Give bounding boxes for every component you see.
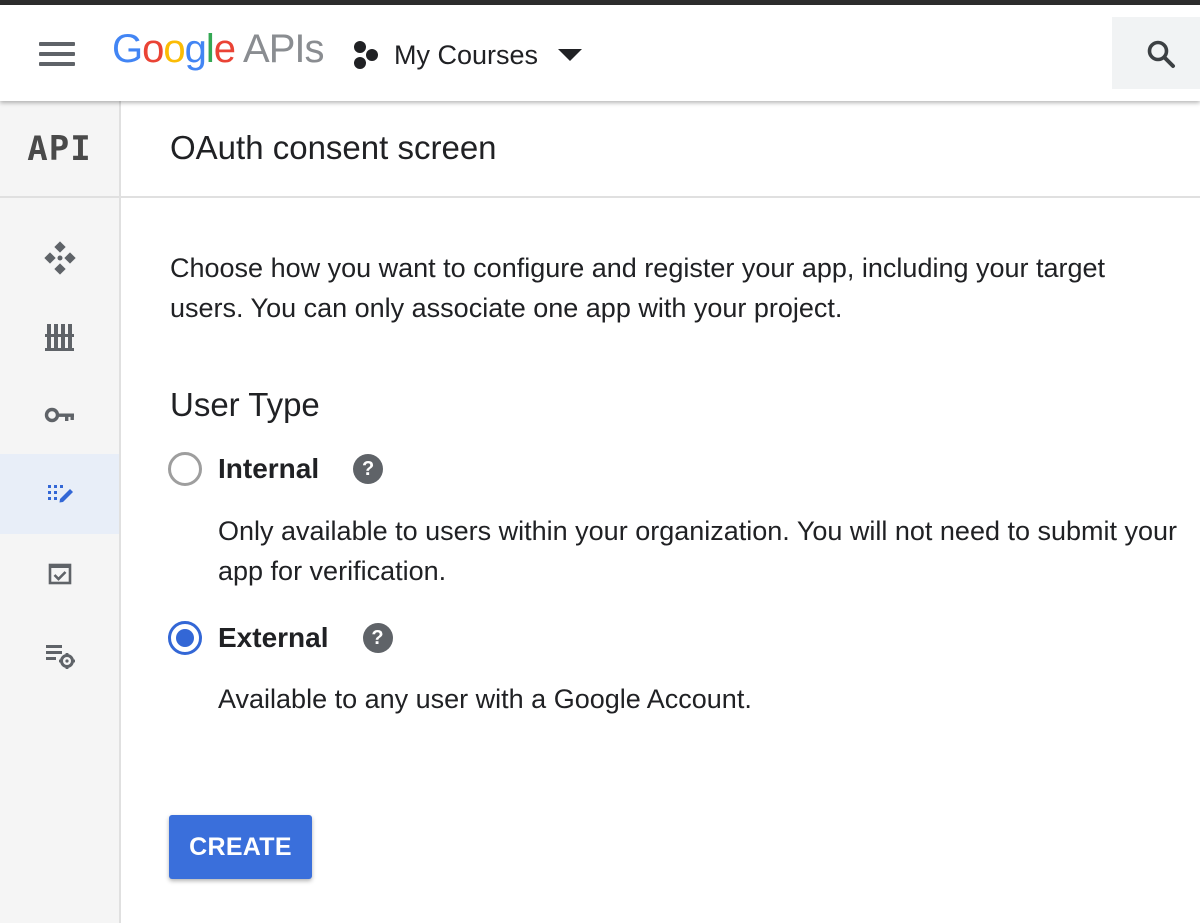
- top-app-bar: Google APIs My Courses: [0, 5, 1200, 101]
- side-navigation: API: [0, 101, 121, 923]
- logo-letter: e: [213, 27, 236, 71]
- logo-letter: g: [184, 27, 207, 71]
- library-icon: [44, 324, 74, 351]
- sidebar-item-library[interactable]: [0, 297, 119, 377]
- help-icon[interactable]: ?: [353, 454, 384, 484]
- sidebar-item-oauth-consent[interactable]: [0, 454, 119, 534]
- logo-letter: l: [205, 27, 215, 71]
- internal-description: Only available to users within your orga…: [218, 516, 1178, 586]
- logo-suffix: APIs: [243, 27, 324, 71]
- search-icon: [1147, 40, 1175, 68]
- project-icon: [354, 41, 378, 69]
- page-title: OAuth consent screen: [170, 129, 497, 166]
- intro-text: Choose how you want to configure and reg…: [170, 253, 1106, 323]
- consent-screen-icon: [47, 485, 73, 503]
- external-radio[interactable]: [168, 621, 202, 655]
- internal-label: Internal: [218, 453, 320, 484]
- dashboard-icon: [43, 241, 76, 275]
- domain-verification-icon: [48, 563, 71, 585]
- settings-list-icon: [45, 645, 75, 669]
- key-icon: [44, 407, 74, 423]
- logo-letter: G: [112, 27, 143, 71]
- hamburger-icon-line: [39, 62, 75, 66]
- sidebar-item-credentials[interactable]: [0, 375, 119, 455]
- search-button[interactable]: [1112, 17, 1200, 89]
- hamburger-icon-line: [39, 52, 75, 56]
- chevron-down-icon: [558, 49, 583, 61]
- user-type-option-internal[interactable]: Internal ?: [168, 452, 384, 486]
- external-label: External: [218, 622, 329, 653]
- main-menu-button[interactable]: [30, 33, 84, 77]
- api-section-label: API: [0, 101, 119, 198]
- create-button[interactable]: CREATE: [169, 815, 312, 879]
- project-name: My Courses: [394, 39, 539, 70]
- page-header: OAuth consent screen: [121, 101, 1200, 198]
- sidebar-item-dashboard[interactable]: [0, 218, 119, 298]
- sidebar-item-domain-verification[interactable]: [0, 534, 119, 614]
- help-icon[interactable]: ?: [362, 623, 393, 653]
- hamburger-icon-line: [39, 42, 75, 46]
- logo-letter: o: [163, 27, 185, 71]
- internal-radio[interactable]: [168, 452, 202, 486]
- user-type-heading: User Type: [170, 386, 320, 423]
- project-selector[interactable]: My Courses: [350, 35, 583, 75]
- user-type-option-external[interactable]: External ?: [168, 621, 393, 655]
- external-description: Available to any user with a Google Acco…: [218, 684, 752, 714]
- google-apis-logo[interactable]: Google APIs: [112, 27, 325, 72]
- logo-letter: o: [142, 27, 164, 71]
- sidebar-item-page-settings[interactable]: [0, 615, 119, 695]
